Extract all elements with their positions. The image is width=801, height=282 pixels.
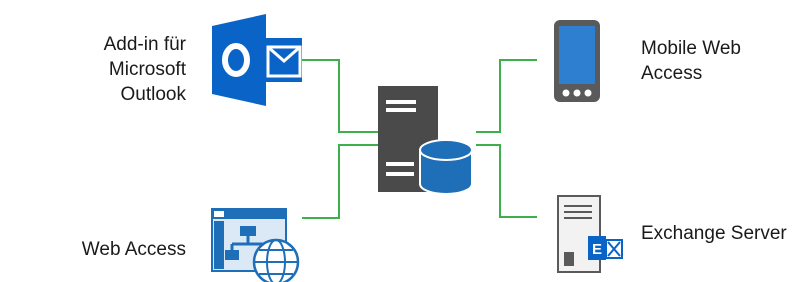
web-access-icon [211, 208, 300, 282]
server-database-icon [378, 86, 473, 195]
mobile-phone-icon [554, 20, 600, 102]
diagram-canvas: E [211, 14, 623, 282]
connector-mobile [476, 59, 537, 133]
exchange-server-icon: E [557, 195, 623, 273]
exchange-badge-letter: E [592, 241, 602, 258]
connector-outlook [302, 59, 378, 133]
connector-web-access [302, 144, 378, 219]
outlook-icon [212, 14, 302, 106]
connector-exchange [476, 144, 537, 218]
